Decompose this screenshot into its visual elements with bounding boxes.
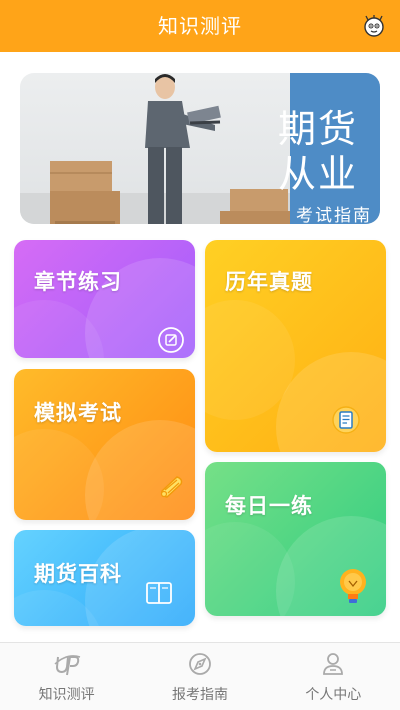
app-header: 知识测评	[0, 0, 400, 52]
daily-practice-card[interactable]: 每日一练	[205, 462, 386, 616]
edit-icon	[158, 327, 184, 353]
past-exams-card[interactable]: 历年真题	[205, 240, 386, 452]
compass-icon	[189, 653, 211, 675]
book-icon	[146, 582, 172, 604]
chapter-practice-card[interactable]: 章节练习	[14, 240, 195, 358]
person-icon	[323, 653, 344, 675]
mock-exam-card[interactable]: 模拟考试	[14, 369, 195, 520]
page-title: 知识测评	[158, 14, 242, 38]
tab-label: 知识测评	[38, 687, 95, 703]
card-label: 历年真题	[225, 270, 313, 294]
card-label: 章节练习	[34, 270, 122, 294]
up-logo-icon	[54, 655, 80, 676]
card-label: 期货百科	[34, 562, 122, 586]
tab-knowledge-test[interactable]: 知识测评	[0, 643, 133, 710]
tab-profile[interactable]: 个人中心	[267, 643, 400, 710]
document-icon	[332, 406, 360, 434]
banner-title-line2: 从业	[277, 152, 358, 196]
scroll-icon	[160, 476, 183, 498]
banner-subtitle: 考试指南	[296, 206, 372, 224]
card-label: 模拟考试	[34, 401, 122, 425]
futures-encyclopedia-card[interactable]: 期货百科	[14, 530, 195, 626]
mascot-icon[interactable]	[362, 14, 386, 38]
tab-label: 个人中心	[305, 687, 362, 703]
tab-label: 报考指南	[171, 687, 228, 703]
card-label: 每日一练	[225, 494, 313, 518]
exam-guide-banner[interactable]: 期货 从业 考试指南	[20, 73, 380, 224]
tab-exam-guide[interactable]: 报考指南	[133, 643, 266, 710]
lightbulb-icon	[340, 569, 366, 603]
main-content: 期货 从业 考试指南 章节练习 历年真题 模拟考试 每日一练 期货百科	[0, 52, 400, 642]
bottom-tab-bar: 知识测评 报考指南 个人中心	[0, 642, 400, 710]
